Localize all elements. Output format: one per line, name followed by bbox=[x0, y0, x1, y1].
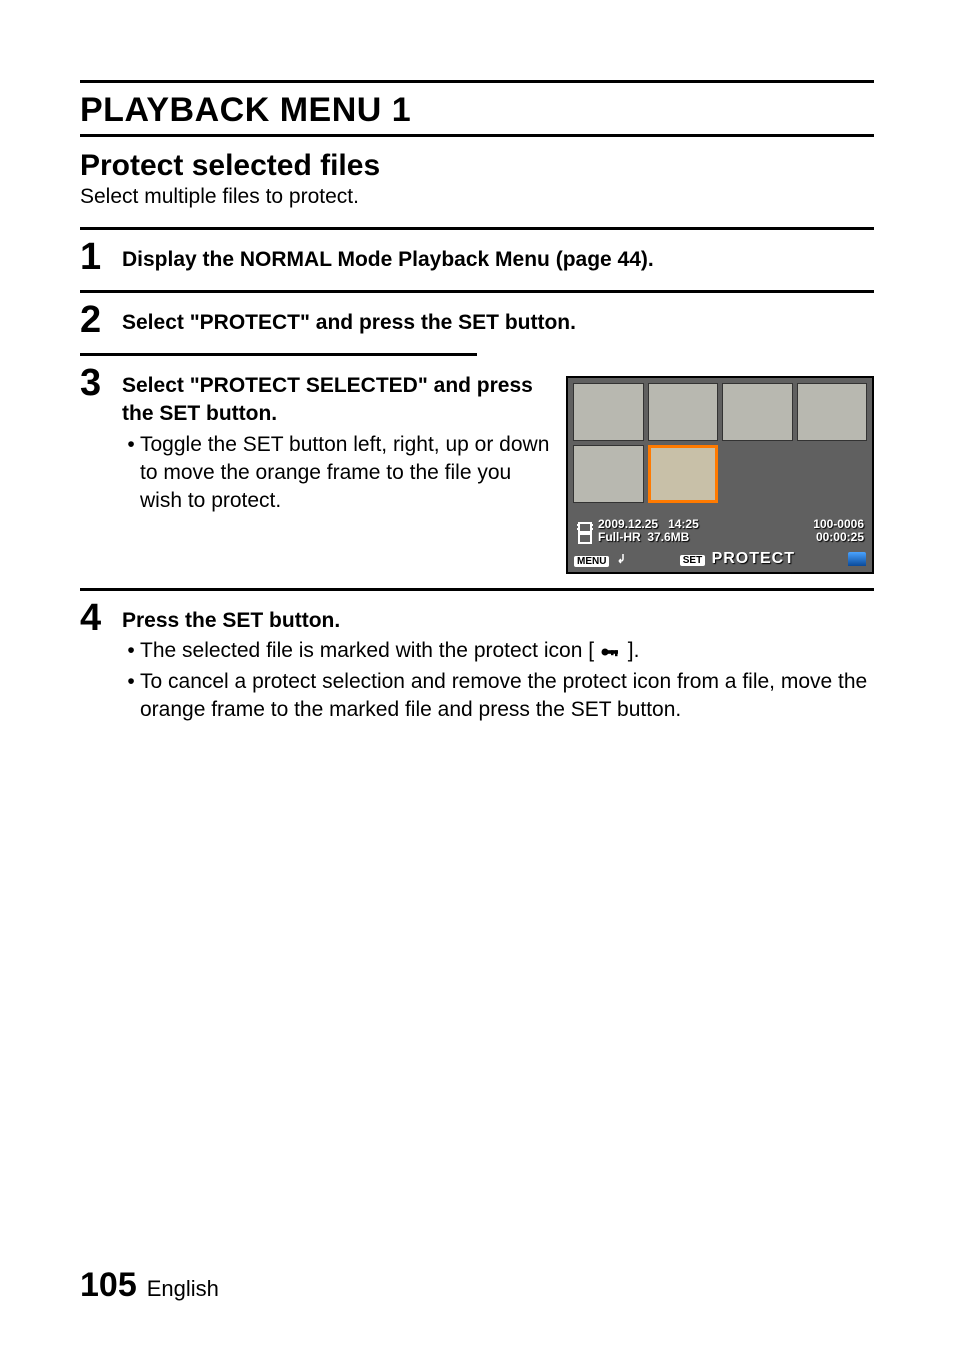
menu-badge: MENU bbox=[574, 556, 609, 567]
video-icon bbox=[576, 522, 594, 544]
step-instruction: Select "PROTECT" and press the SET butto… bbox=[122, 309, 874, 337]
step-instruction: Select "PROTECT SELECTED" and press the … bbox=[122, 372, 550, 429]
file-duration: 00:00:25 bbox=[813, 531, 864, 544]
bullet-icon: • bbox=[122, 431, 140, 516]
step-number: 2 bbox=[80, 301, 122, 339]
page-title: PLAYBACK MENU 1 bbox=[80, 89, 874, 134]
page-language: English bbox=[147, 1276, 219, 1302]
return-icon bbox=[615, 553, 627, 567]
step-instruction: Press the SET button. bbox=[122, 607, 874, 635]
step-2: 2 Select "PROTECT" and press the SET but… bbox=[80, 293, 874, 353]
step-instruction: Display the NORMAL Mode Playback Menu (p… bbox=[122, 246, 874, 274]
thumbnail bbox=[722, 383, 793, 441]
step-1: 1 Display the NORMAL Mode Playback Menu … bbox=[80, 230, 874, 290]
thumbnail bbox=[573, 445, 644, 503]
thumbnail-empty bbox=[722, 445, 793, 503]
thumbnail-empty bbox=[797, 445, 868, 503]
step-3: 3 Select "PROTECT SELECTED" and press th… bbox=[80, 356, 874, 588]
bullet-icon: • bbox=[122, 637, 140, 665]
file-size: 37.6MB bbox=[647, 530, 689, 544]
step-number: 3 bbox=[80, 364, 122, 402]
page-number: 105 bbox=[80, 1266, 137, 1305]
camera-screen-illustration: 2009.12.25 14:25 Full-HR 37.6MB 100-0006… bbox=[566, 376, 874, 574]
file-quality: Full-HR bbox=[598, 530, 641, 544]
thumbnail bbox=[797, 383, 868, 441]
thumbnail-selected bbox=[648, 445, 719, 503]
protect-icon bbox=[600, 639, 628, 662]
step-number: 1 bbox=[80, 238, 122, 276]
tab-icon bbox=[848, 552, 866, 566]
step-number: 4 bbox=[80, 599, 122, 637]
file-number: 100-0006 bbox=[813, 518, 864, 531]
file-time: 14:25 bbox=[668, 517, 699, 531]
step-detail: To cancel a protect selection and remove… bbox=[140, 668, 874, 725]
thumbnail bbox=[573, 383, 644, 441]
section-description: Select multiple files to protect. bbox=[80, 185, 874, 209]
bullet-icon: • bbox=[122, 668, 140, 725]
thumbnail bbox=[648, 383, 719, 441]
set-badge: SET bbox=[680, 555, 705, 566]
page-footer: 105 English bbox=[80, 1266, 219, 1305]
action-label: PROTECT bbox=[712, 550, 795, 567]
step-detail: The selected file is marked with the pro… bbox=[140, 637, 874, 665]
file-date: 2009.12.25 bbox=[598, 517, 658, 531]
step-detail: Toggle the SET button left, right, up or… bbox=[140, 431, 550, 516]
section-heading: Protect selected files bbox=[80, 149, 874, 183]
step-4: 4 Press the SET button. • The selected f… bbox=[80, 591, 874, 738]
